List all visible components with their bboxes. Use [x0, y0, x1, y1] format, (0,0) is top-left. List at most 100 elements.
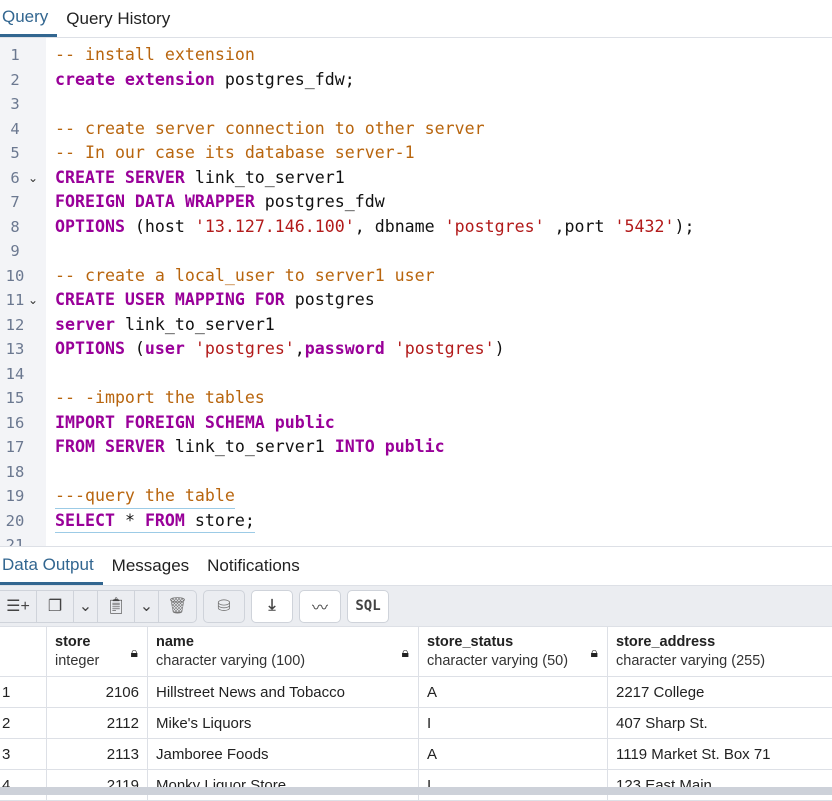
tab-query-history[interactable]: Query History: [57, 0, 179, 37]
line-number: 7: [10, 193, 20, 211]
column-header-store[interactable]: store integer 🔒︎: [47, 627, 148, 676]
copy-button[interactable]: ❐: [37, 590, 74, 622]
cell-address[interactable]: 2217 College: [608, 677, 832, 707]
fold-chevron-icon[interactable]: ⌄: [28, 166, 38, 191]
cell-name[interactable]: Mike's Liquors: [148, 708, 419, 738]
column-type: integer: [55, 653, 100, 669]
add-row-button[interactable]: ☰+: [0, 590, 37, 622]
cell-name[interactable]: Jamboree Foods: [148, 739, 419, 769]
cell-address[interactable]: 1119 Market St. Box 71: [608, 739, 832, 769]
code-token: link_to_server1: [114, 314, 275, 334]
horizontal-scrollbar[interactable]: [0, 787, 832, 795]
code-token: store;: [184, 510, 255, 530]
column-header-store_status[interactable]: store_status character varying (50) 🔒︎: [419, 627, 608, 676]
lock-icon: 🔒︎: [130, 644, 138, 660]
code-token: '5432': [614, 216, 675, 236]
paste-button[interactable]: 📋︎: [98, 590, 135, 622]
cell-status[interactable]: A: [419, 677, 608, 707]
row-number-header: [0, 627, 47, 676]
code-text: IMPORT FOREIGN SCHEMA public: [55, 411, 335, 436]
download-button[interactable]: ⤓: [252, 591, 292, 622]
chevron-down-icon: ⌄: [139, 598, 154, 615]
code-line: 7 FOREIGN DATA WRAPPER postgres_fdw: [0, 190, 832, 215]
code-token: 'postgres': [194, 339, 295, 358]
code-text: server link_to_server1: [55, 313, 275, 338]
cell-status[interactable]: I: [419, 770, 608, 800]
column-header-store_address[interactable]: store_address character varying (255): [608, 627, 832, 676]
code-line: 8 OPTIONS (host '13.127.146.100', dbname …: [0, 215, 832, 240]
line-number: 3: [10, 95, 20, 113]
database-save-icon: ⛁: [217, 598, 231, 615]
code-text: SELECT * FROM store;: [55, 509, 255, 533]
tab-messages[interactable]: Messages: [103, 547, 198, 585]
copy-options-dropdown[interactable]: ⌄: [74, 590, 98, 622]
fold-chevron-icon[interactable]: ⌄: [28, 288, 38, 313]
code-token: -- -import the tables: [55, 388, 265, 407]
cell-status[interactable]: A: [419, 739, 608, 769]
data-grid: store integer 🔒︎ name character varying (100…: [0, 626, 832, 801]
cell-store[interactable]: 2106: [47, 677, 148, 707]
line-number: 18: [5, 462, 25, 481]
column-name: store_address: [616, 634, 716, 650]
line-number: 19: [5, 487, 25, 505]
code-token: IMPORT FOREIGN SCHEMA public: [55, 412, 335, 432]
sql-button[interactable]: SQL: [348, 591, 388, 622]
cell-store[interactable]: 2112: [47, 708, 148, 738]
tab-notifications[interactable]: Notifications: [198, 547, 309, 585]
code-token: FROM: [144, 510, 185, 530]
graph-visualiser-button[interactable]: 〰: [300, 591, 340, 622]
code-token: -- create server connection to other ser…: [55, 118, 485, 138]
code-line: 5 -- In our case its database server-1: [0, 141, 832, 166]
cell-address[interactable]: 123 East Main: [608, 770, 832, 800]
row-number: 2: [0, 708, 47, 738]
sql-editor[interactable]: 1 -- install extension 2 create extension p…: [0, 38, 832, 546]
code-line: 1 -- install extension: [0, 43, 832, 68]
code-line: 12 server link_to_server1: [0, 313, 832, 338]
code-token: OPTIONS: [55, 339, 125, 358]
row-number: 3: [0, 739, 47, 769]
code-line: 13 OPTIONS (user 'postgres',password 'pos…: [0, 337, 832, 362]
table-row[interactable]: 4 2119 Monky Liquor Store I 123 East Main: [0, 770, 832, 801]
code-token: create extension: [55, 69, 215, 89]
trash-icon: 🗑︎: [167, 598, 188, 615]
table-row[interactable]: 1 2106 Hillstreet News and Tobacco A 2217 Co…: [0, 677, 832, 708]
line-number: 15: [5, 389, 25, 407]
line-number: 21: [5, 536, 25, 546]
column-header-name[interactable]: name character varying (100) 🔒︎: [148, 627, 419, 676]
line-chart-icon: 〰: [311, 600, 328, 617]
code-line: 11 ⌄ CREATE USER MAPPING FOR postgres: [0, 288, 832, 313]
tab-data-output[interactable]: Data Output: [0, 547, 103, 585]
code-line: 18: [0, 460, 832, 485]
code-token: -- install extension: [55, 45, 255, 64]
code-token: OPTIONS: [55, 216, 125, 236]
line-number: 1: [10, 46, 20, 64]
cell-status[interactable]: I: [419, 708, 608, 738]
paste-options-dropdown[interactable]: ⌄: [135, 590, 159, 622]
cell-store[interactable]: 2113: [47, 739, 148, 769]
cell-name[interactable]: Monky Liquor Store: [148, 770, 419, 800]
row-number: 4: [0, 770, 47, 800]
line-number: 5: [10, 144, 20, 162]
tab-query[interactable]: Query: [0, 0, 58, 37]
cell-name[interactable]: Hillstreet News and Tobacco: [148, 677, 419, 707]
table-row[interactable]: 3 2113 Jamboree Foods A 1119 Market St. Box …: [0, 739, 832, 770]
code-token: SELECT: [55, 510, 115, 530]
code-line: 4 -- create server connection to other se…: [0, 117, 832, 142]
result-tabs: Data Output Messages Notifications: [0, 546, 832, 586]
code-token: (: [124, 339, 145, 358]
code-line: 16 IMPORT FOREIGN SCHEMA public: [0, 411, 832, 436]
delete-button[interactable]: 🗑︎: [159, 591, 196, 622]
code-text: CREATE SERVER link_to_server1: [55, 166, 345, 191]
code-text: -- In our case its database server-1: [55, 141, 415, 166]
table-row[interactable]: 2 2112 Mike's Liquors I 407 Sharp St.: [0, 708, 832, 739]
cell-store[interactable]: 2119: [47, 770, 148, 800]
line-number: 16: [5, 413, 25, 432]
code-text: -- create a local_user to server1 user: [55, 264, 435, 289]
code-token: password: [304, 339, 385, 358]
code-text: OPTIONS (user 'postgres',password 'postg…: [55, 337, 505, 362]
save-data-button[interactable]: ⛁: [204, 591, 244, 622]
code-line: 17 FROM SERVER link_to_server1 INTO publi…: [0, 435, 832, 460]
code-token: CREATE SERVER: [55, 167, 185, 187]
cell-address[interactable]: 407 Sharp St.: [608, 708, 832, 738]
